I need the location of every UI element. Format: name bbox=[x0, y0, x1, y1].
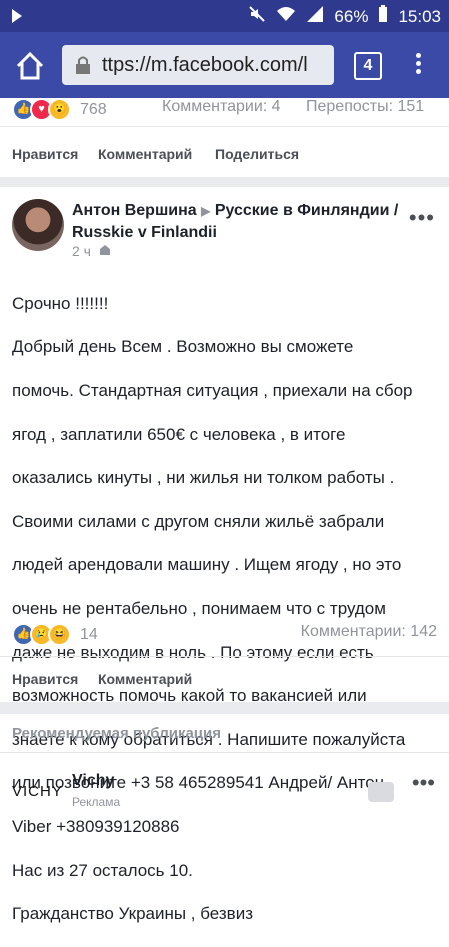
like-button[interactable]: Нравится bbox=[12, 146, 78, 162]
post-line: ягод , заплатили 650€ с человека , в ито… bbox=[12, 424, 346, 444]
post-stats: 👍 😢 😆 14 Комментарии: 142 bbox=[0, 623, 449, 646]
post-line: помочь. Стандартная ситуация , приехали … bbox=[12, 380, 413, 400]
post-line: Своими силами с другом сняли жильё забра… bbox=[12, 511, 385, 531]
battery-icon bbox=[378, 5, 388, 28]
post-line: оказались кинуты , ни жилья ни толком ра… bbox=[12, 468, 395, 488]
comments-count[interactable]: Комментарии: 142 bbox=[301, 623, 437, 641]
tab-switcher-button[interactable]: 4 bbox=[354, 52, 382, 80]
home-icon[interactable] bbox=[12, 48, 48, 84]
post-line: Гражданство Украины , безвиз bbox=[12, 904, 253, 924]
lock-icon bbox=[74, 55, 92, 74]
url-field[interactable]: ttps://m.facebook.com/l bbox=[62, 45, 334, 85]
post-options-icon[interactable]: ••• bbox=[412, 770, 435, 796]
thumbnail-image[interactable] bbox=[368, 782, 394, 802]
comments-count[interactable]: Комментарии: 4 bbox=[162, 98, 281, 116]
post-line: Нас из 27 осталось 10. bbox=[12, 860, 193, 880]
post-time-text: 2 ч bbox=[72, 243, 91, 259]
reaction-count[interactable]: 768 bbox=[80, 101, 107, 119]
clock: 15:03 bbox=[398, 6, 441, 26]
post-line: Срочно !!!!!!! bbox=[12, 293, 109, 313]
battery-level: 66% bbox=[334, 6, 369, 26]
divider bbox=[0, 656, 449, 657]
arrow-right-icon: ▶ bbox=[201, 204, 211, 218]
post-line: Viber +380939120886 bbox=[12, 816, 180, 836]
post-header: Антон Вершина ▶ Русские в Финляндии / Ru… bbox=[72, 200, 402, 244]
post-time[interactable]: 2 ч bbox=[72, 243, 111, 259]
author-name[interactable]: Антон Вершина bbox=[72, 202, 197, 219]
like-button[interactable]: Нравится bbox=[12, 671, 78, 687]
shares-count[interactable]: Перепосты: 151 bbox=[306, 98, 424, 116]
post-separator bbox=[0, 177, 449, 187]
comment-button[interactable]: Комментарий bbox=[98, 146, 192, 162]
reaction-count[interactable]: 14 bbox=[80, 626, 98, 644]
avatar[interactable] bbox=[12, 199, 64, 251]
post-separator bbox=[0, 702, 449, 714]
prev-post-stats: 👍 ♥ 😮 768 Комментарии: 4 Перепосты: 151 bbox=[0, 97, 449, 121]
mute-icon bbox=[248, 5, 266, 28]
page-name[interactable]: Vichy bbox=[72, 772, 114, 790]
post-text: Срочно !!!!!!! Добрый день Всем . Возмож… bbox=[12, 271, 437, 947]
wifi-icon bbox=[276, 5, 296, 28]
signal-icon bbox=[306, 5, 324, 28]
status-bar: 66% 15:03 bbox=[0, 0, 449, 32]
post-line: людей арендовали машину . Ищем ягоду , н… bbox=[12, 555, 402, 575]
suggested-header: Рекомендуемая публикация bbox=[12, 725, 221, 742]
brand-logo[interactable]: VICHY bbox=[12, 783, 63, 800]
post-options-icon[interactable]: ••• bbox=[409, 205, 435, 231]
browser-toolbar: ttps://m.facebook.com/l 4 bbox=[0, 32, 449, 98]
overflow-menu-icon[interactable] bbox=[414, 50, 422, 80]
globe-icon bbox=[99, 243, 111, 259]
divider bbox=[0, 126, 449, 127]
divider bbox=[0, 752, 449, 753]
post-line: очень не рентабельно , понимаем что с тр… bbox=[12, 598, 386, 618]
comment-button[interactable]: Комментарий bbox=[98, 671, 192, 687]
vibrate-icon bbox=[8, 6, 28, 31]
post-line: Добрый день Всем . Возможно вы сможете bbox=[12, 337, 354, 357]
sponsored-label: Реклама bbox=[72, 795, 121, 809]
share-button[interactable]: Поделиться bbox=[215, 146, 299, 162]
wow-reaction-icon: 😮 bbox=[48, 98, 71, 121]
haha-reaction-icon: 😆 bbox=[48, 623, 71, 646]
url-text: ttps://m.facebook.com/l bbox=[102, 54, 308, 76]
